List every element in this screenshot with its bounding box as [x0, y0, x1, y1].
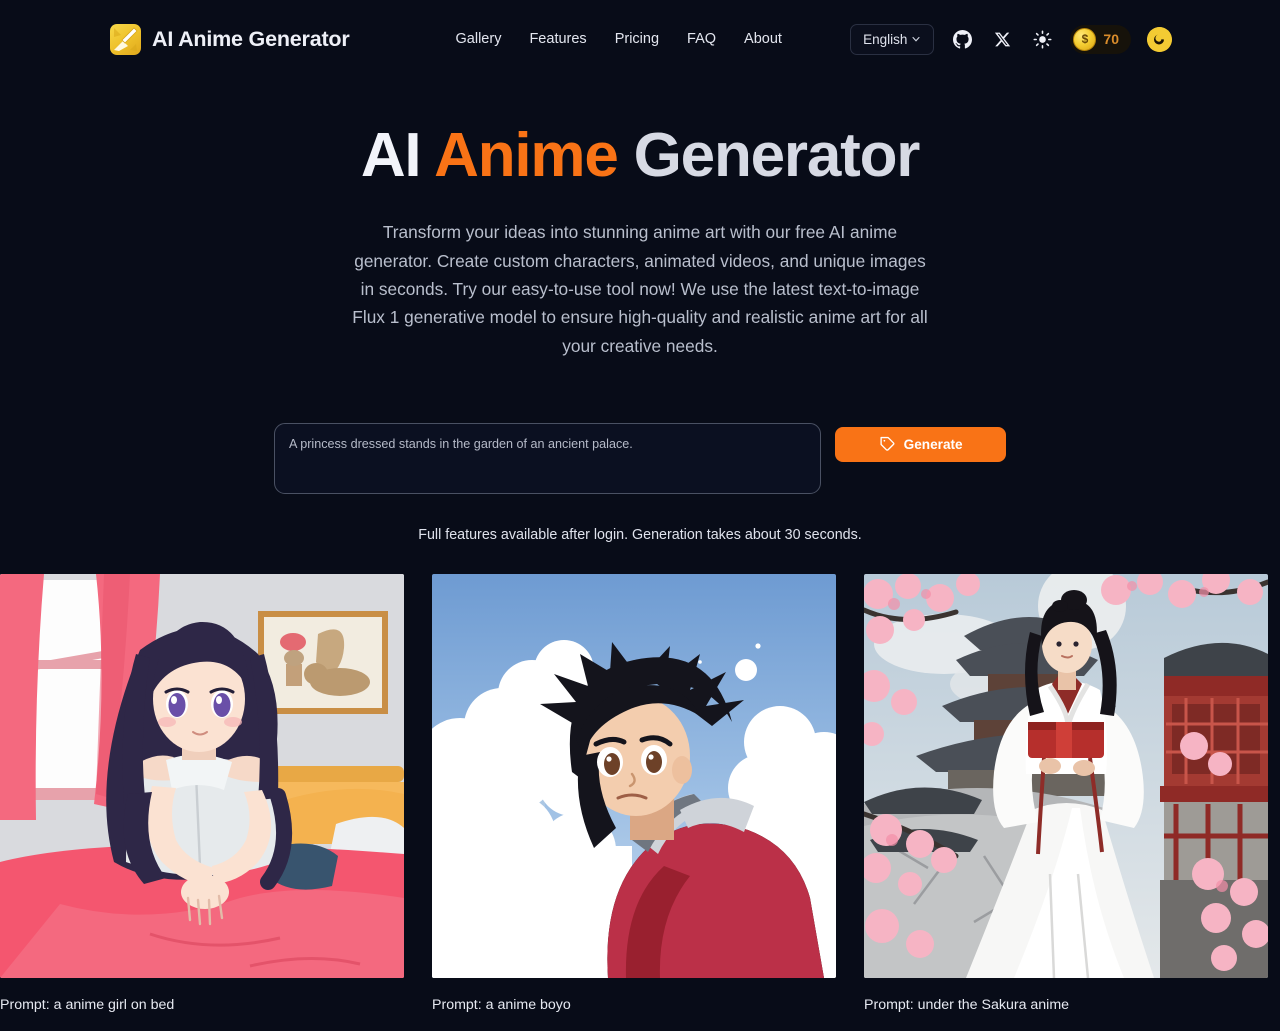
nav-item-about[interactable]: About — [744, 31, 782, 47]
gallery-caption: Prompt: a anime girl on bed — [0, 997, 175, 1014]
nav-item-pricing[interactable]: Pricing — [615, 31, 659, 47]
nav-item-faq[interactable]: FAQ — [687, 31, 716, 47]
generate-button[interactable]: Generate — [835, 427, 1006, 463]
prompt-row: Generate — [274, 423, 1006, 495]
language-label: English — [863, 31, 908, 47]
nav-item-gallery[interactable]: Gallery — [456, 31, 502, 47]
hero-section: AI Anime Generator Transform your ideas … — [0, 78, 1280, 543]
generation-hint: Full features available after login. Gen… — [418, 527, 862, 544]
credits-count: 70 — [1103, 31, 1119, 47]
brush-logo-icon — [110, 23, 141, 55]
generate-button-label: Generate — [903, 437, 963, 453]
title-part-anime: Anime — [434, 121, 619, 190]
gallery-grid: Prompt: a anime girl on bed Prompt: a an… — [0, 574, 1280, 1013]
site-header: AI Anime Generator Gallery Features Pric… — [0, 0, 1280, 78]
gallery-caption: Prompt: a anime boyo — [432, 997, 571, 1014]
gallery-item[interactable]: Prompt: a anime boyo — [432, 574, 836, 1013]
gallery-image-anime-boy[interactable] — [432, 574, 836, 979]
credits-badge[interactable]: $ 70 — [1070, 24, 1131, 54]
title-part-generator: Generator — [617, 121, 921, 190]
language-selector[interactable]: English — [850, 23, 935, 55]
brand-logo[interactable]: AI Anime Generator — [110, 23, 350, 55]
coin-icon: $ — [1073, 27, 1097, 51]
page-title: AI Anime Generator — [0, 123, 1280, 188]
tag-icon — [879, 435, 896, 455]
main-nav: Gallery Features Pricing FAQ About — [456, 31, 782, 47]
sun-icon[interactable] — [1030, 27, 1054, 51]
nav-item-features[interactable]: Features — [529, 31, 586, 47]
prompt-input[interactable] — [274, 423, 822, 495]
header-actions: English $ 70 — [850, 23, 1172, 55]
chevron-down-icon — [911, 32, 921, 47]
title-part-ai: AI — [360, 121, 435, 190]
gallery-item[interactable]: Prompt: a anime girl on bed — [0, 574, 404, 1013]
user-avatar-icon[interactable] — [1147, 26, 1172, 52]
brand-name: AI Anime Generator — [152, 26, 350, 51]
gallery-image-anime-girl-on-bed[interactable] — [0, 574, 404, 979]
github-icon[interactable] — [950, 27, 974, 51]
gallery-image-sakura-anime[interactable] — [864, 574, 1268, 979]
gallery-item[interactable]: Prompt: under the Sakura anime — [864, 574, 1268, 1013]
hero-subtitle: Transform your ideas into stunning anime… — [352, 222, 928, 356]
x-twitter-icon[interactable] — [990, 27, 1014, 51]
gallery-caption: Prompt: under the Sakura anime — [864, 997, 1070, 1014]
